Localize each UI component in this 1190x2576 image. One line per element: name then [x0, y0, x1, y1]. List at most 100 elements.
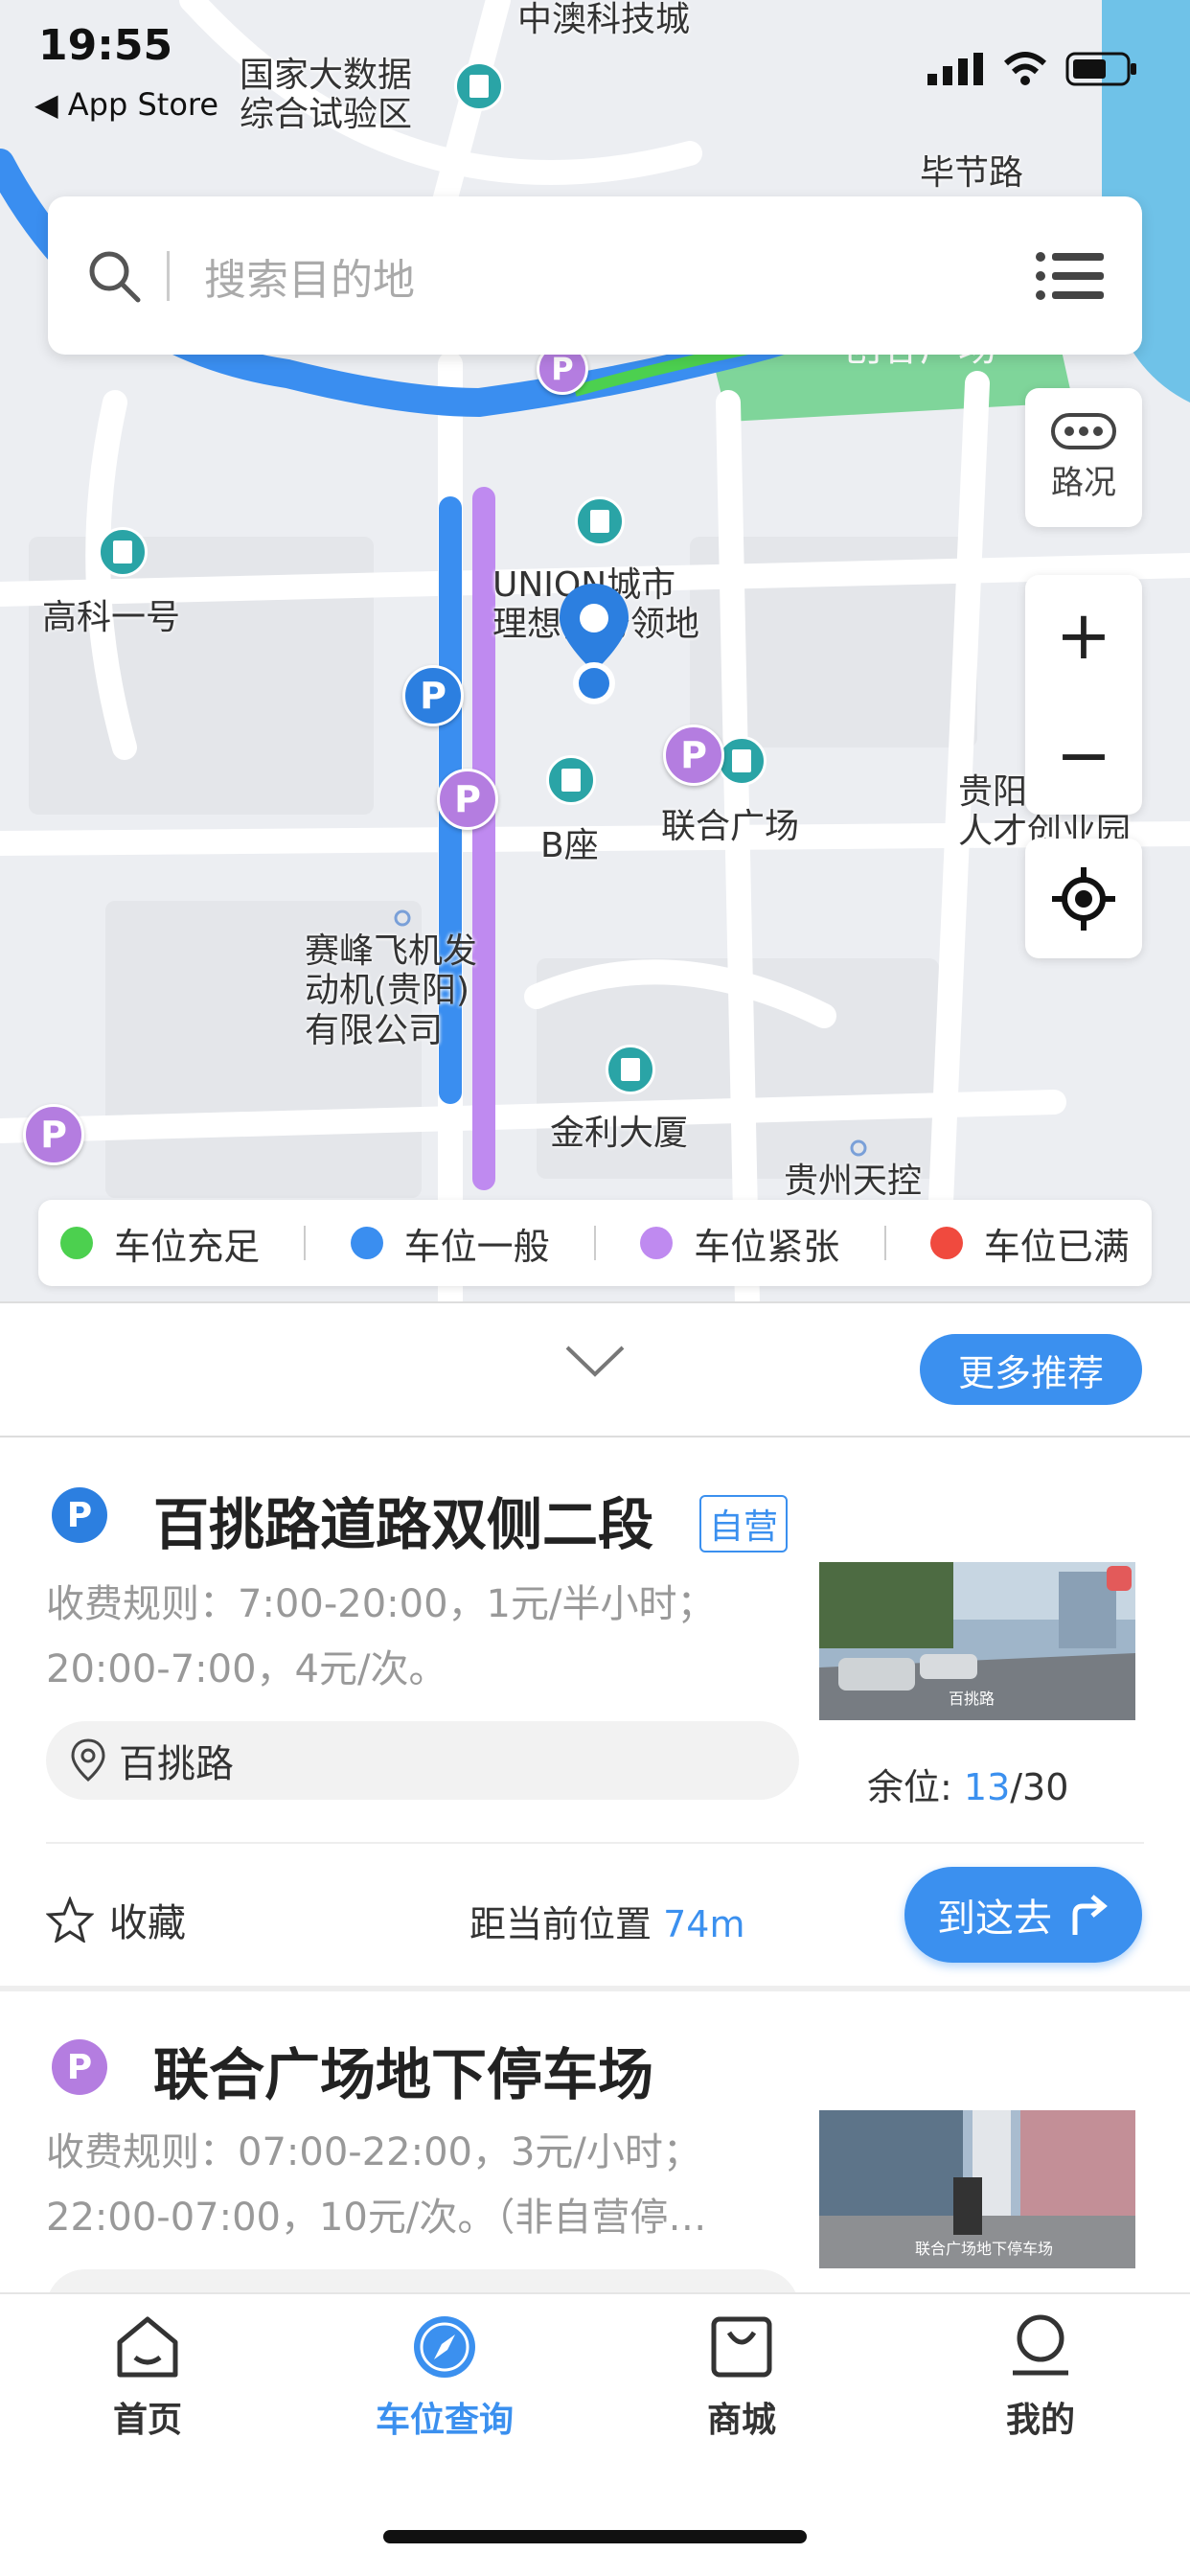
map-label-tiankong: 贵州天控	[784, 1162, 923, 1201]
map-label-lianhe: 联合广场	[661, 807, 800, 846]
distance-text: 距当前位置 74m	[469, 1895, 744, 1947]
building-icon	[717, 736, 767, 786]
search-input[interactable]: 搜索目的地	[204, 245, 415, 307]
compass-icon	[414, 2316, 475, 2378]
remaining-label: 余位:	[867, 1766, 964, 1808]
map-label-bigdata: 国家大数据 综合试验区	[240, 56, 413, 135]
building-icon	[454, 61, 504, 111]
self-operated-badge: 自营	[699, 1495, 789, 1552]
chevron-down-icon[interactable]	[563, 1342, 627, 1380]
address-pill	[46, 2269, 799, 2292]
photo-caption: 联合广场地下停车场	[915, 2240, 1054, 2258]
list-menu-icon[interactable]	[1035, 249, 1104, 303]
fee-rule-line1: 收费规则：07:00-22:00，3元/小时；	[46, 2130, 701, 2174]
tab-profile[interactable]: 我的	[945, 2313, 1136, 2442]
legend-label: 车位一般	[403, 1225, 550, 1268]
tab-parking-search[interactable]: 车位查询	[349, 2313, 540, 2442]
tab-home[interactable]: 首页	[52, 2313, 243, 2442]
parking-photo[interactable]: 联合广场地下停车场	[819, 2110, 1135, 2268]
remaining-total: /30	[1010, 1766, 1069, 1808]
search-icon	[89, 251, 141, 302]
legend-dot	[640, 1227, 674, 1259]
parking-title: 联合广场地下停车场	[153, 2042, 654, 2107]
crosshair-icon	[1052, 866, 1115, 931]
map-view[interactable]: 中澳科技城 国家大数据 综合试验区 毕节路 创客广场 高科一号 UNION城市 …	[0, 0, 1190, 1303]
shop-bag-icon	[711, 2316, 772, 2378]
traffic-toggle-button[interactable]: 路况	[1025, 388, 1142, 527]
legend-divider	[883, 1226, 886, 1260]
tab-shop[interactable]: 商城	[646, 2313, 837, 2442]
user-icon	[1013, 2314, 1068, 2376]
address-pill: 百挑路	[46, 1721, 799, 1800]
wifi-icon	[1003, 52, 1047, 85]
availability-legend: 车位充足 车位一般 车位紧张 车位已满	[38, 1200, 1152, 1286]
search-bar[interactable]: 搜索目的地	[48, 196, 1142, 355]
traffic-icon	[1051, 413, 1116, 449]
legend-label: 车位紧张	[694, 1225, 840, 1268]
navigate-label: 到这去	[937, 1897, 1052, 1941]
navigate-button[interactable]: 到这去	[904, 1867, 1142, 1963]
legend-label: 车位充足	[114, 1225, 261, 1268]
parking-badge-icon: P	[52, 2039, 107, 2095]
turn-right-icon	[1072, 1895, 1108, 1935]
building-icon	[546, 755, 596, 805]
legend-item-normal: 车位一般	[350, 1217, 550, 1270]
legend-dot	[350, 1227, 383, 1259]
star-outline-icon	[46, 1897, 94, 1943]
map-label-bzuo: B座	[540, 826, 599, 865]
favorite-button[interactable]: 收藏	[46, 1892, 186, 1947]
signal-icon	[927, 53, 983, 85]
traffic-label: 路况	[1051, 464, 1116, 502]
parking-photo[interactable]: 百挑路	[819, 1562, 1135, 1720]
parking-app-screen: { "status_bar": {"time": "19:55", "back_…	[0, 0, 1190, 2576]
parking-pin-icon[interactable]: P	[663, 724, 724, 786]
panel-handle-row: 更多推荐	[0, 1301, 1190, 1438]
location-pin-icon	[560, 584, 629, 704]
building-icon	[606, 1045, 655, 1094]
map-label-gaoke: 高科一号	[42, 598, 181, 637]
legend-label: 车位已满	[983, 1225, 1130, 1268]
parking-card[interactable]: P 百挑路道路双侧二段 自营 收费规则：7:00-20:00，1元/半小时； 2…	[0, 1438, 1190, 1986]
card-divider	[46, 1842, 1144, 1844]
remaining-free: 13	[963, 1766, 1011, 1808]
building-icon	[575, 496, 625, 546]
building-icon	[98, 527, 148, 577]
remaining-spaces: 余位: 13/30	[867, 1758, 1068, 1810]
more-recommendations-button[interactable]: 更多推荐	[920, 1334, 1142, 1405]
favorite-label: 收藏	[109, 1901, 186, 1945]
parking-pin-icon[interactable]: P	[437, 769, 498, 830]
tab-label: 商城	[706, 2401, 776, 2440]
tab-label: 首页	[112, 2401, 182, 2440]
distance-label: 距当前位置	[469, 1903, 664, 1945]
locate-me-button[interactable]	[1025, 839, 1142, 958]
parking-title: 百挑路道路双侧二段	[153, 1492, 654, 1557]
search-divider	[167, 250, 170, 301]
legend-divider	[304, 1226, 307, 1260]
fee-rule-line2: 22:00-07:00，10元/次。（非自营停…	[46, 2196, 707, 2240]
legend-dot	[929, 1227, 963, 1259]
parking-card[interactable]: P 联合广场地下停车场 收费规则：07:00-22:00，3元/小时； 22:0…	[0, 1991, 1190, 2292]
map-label-saifeng: 赛峰飞机发 动机(贵阳) 有限公司	[305, 932, 478, 1050]
distance-value: 74m	[663, 1903, 745, 1945]
status-icons	[927, 52, 1138, 86]
home-indicator	[383, 2530, 807, 2543]
zoom-control: + −	[1025, 575, 1142, 815]
map-label-zhongao: 中澳科技城	[517, 0, 691, 39]
photo-caption: 百挑路	[949, 1690, 995, 1708]
home-icon	[117, 2316, 178, 2378]
legend-item-ample: 车位充足	[60, 1217, 260, 1270]
location-outline-icon	[71, 1738, 105, 1782]
parking-pin-icon[interactable]: P	[23, 1104, 84, 1165]
parking-badge-icon: P	[52, 1487, 107, 1543]
legend-item-full: 车位已满	[929, 1217, 1130, 1270]
legend-dot	[60, 1227, 94, 1259]
battery-icon	[1065, 52, 1136, 86]
status-time: 19:55	[38, 21, 173, 70]
zoom-out-button[interactable]: −	[1056, 722, 1112, 789]
back-to-app-link[interactable]: ◀ App Store	[34, 86, 218, 123]
fee-rule-line2: 20:00-7:00，4元/次。	[46, 1647, 447, 1691]
zoom-in-button[interactable]: +	[1056, 602, 1112, 669]
parking-pin-icon[interactable]: P	[402, 665, 464, 726]
tab-label: 车位查询	[375, 2401, 514, 2440]
address-text: 百挑路	[119, 1742, 234, 1786]
